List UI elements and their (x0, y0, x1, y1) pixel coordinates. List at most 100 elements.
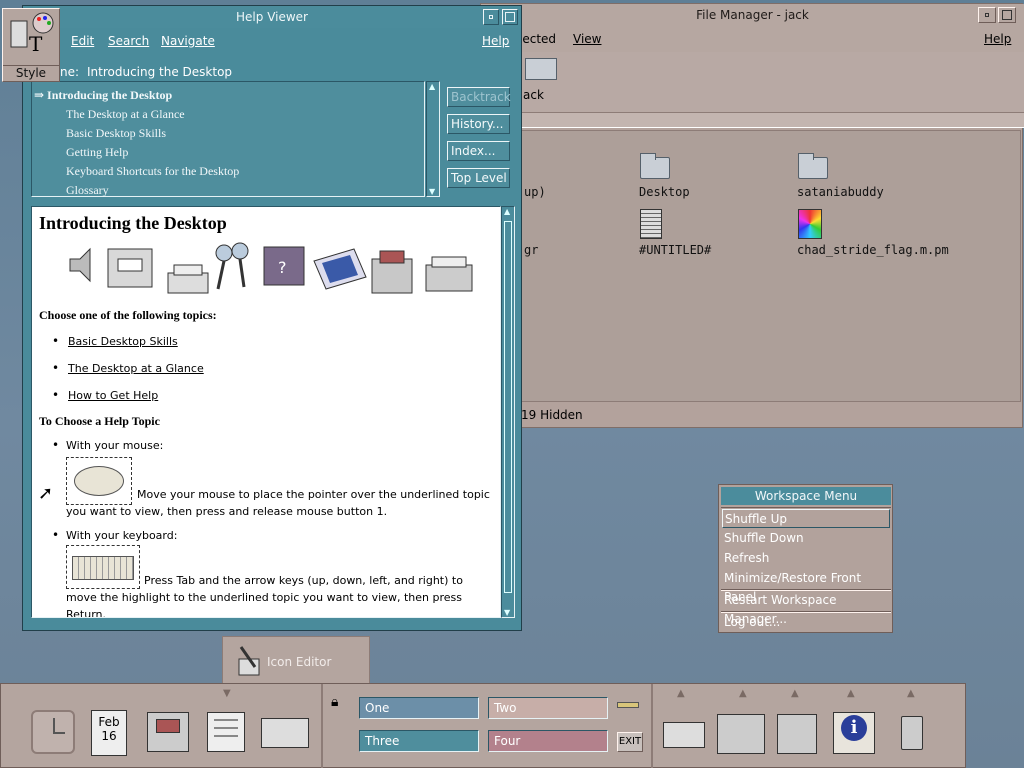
menu-search[interactable]: Search (108, 34, 149, 48)
keyboard-icon (66, 545, 140, 589)
help-books-icon: ? (263, 246, 305, 286)
file-manager-title[interactable]: File Manager - jack (481, 4, 1024, 26)
topic-item[interactable]: Keyboard Shortcuts for the Desktop (66, 164, 239, 179)
exit-button[interactable]: EXIT (617, 732, 643, 752)
workspace-menu: Workspace Menu Shuffle Up Shuffle Down R… (718, 484, 893, 633)
subpanel-arrow-up-icon[interactable]: ▲ (739, 688, 747, 699)
svg-text:T: T (29, 32, 43, 56)
topic-item-current[interactable]: ⇒ Introducing the Desktop (34, 88, 172, 103)
lock-icon[interactable]: 🔒︎ (331, 694, 338, 710)
keyboard-instruction-line-2: move the highlight to the underlined top… (66, 591, 462, 604)
panel-divider (651, 684, 653, 768)
file-item-label[interactable]: gr (524, 243, 538, 257)
minimize-button[interactable] (483, 9, 499, 25)
file-item-label[interactable]: up) (524, 185, 546, 199)
file-item-label[interactable]: Desktop (639, 185, 690, 199)
backtrack-button[interactable]: Backtrack (447, 87, 511, 107)
topic-item[interactable]: Basic Desktop Skills (66, 126, 166, 141)
menu-help[interactable]: Help (984, 32, 1011, 46)
calendar-month: Feb (98, 715, 120, 729)
keys-icon (215, 242, 249, 290)
keyboard-instruction-line-1: Press Tab and the arrow keys (up, down, … (144, 574, 463, 587)
bullet: • (52, 528, 60, 542)
file-item-label[interactable]: sataniabuddy (797, 185, 884, 199)
link-desktop-glance[interactable]: The Desktop at a Glance (68, 362, 204, 375)
style-palette-icon: T (10, 12, 54, 56)
front-panel: ▼ ▲ ▲ ▲ ▲ ▲ Feb 16 🔒︎ One Two Three Four… (0, 683, 966, 768)
maximize-button[interactable] (998, 7, 1016, 23)
printer-icon (167, 264, 209, 294)
help-manager-icon[interactable]: i (833, 712, 875, 754)
svg-text:?: ? (278, 258, 287, 277)
subpanel-arrow-up-icon[interactable]: ▲ (791, 688, 799, 699)
top-level-button[interactable]: Top Level (447, 168, 510, 188)
subpanel-arrow-up-icon[interactable]: ▲ (907, 688, 915, 699)
file-manager-window: File Manager - jack lected View Help ack… (480, 3, 1024, 428)
clock-icon[interactable] (31, 710, 75, 754)
help-viewer-title[interactable]: Help Viewer (23, 6, 521, 28)
mailer-launcher-icon[interactable] (261, 718, 309, 748)
link-basic-skills[interactable]: Basic Desktop Skills (68, 335, 178, 348)
style-manager-launcher-icon[interactable] (717, 714, 765, 754)
image-file-icon[interactable] (798, 209, 822, 239)
minimize-button[interactable] (978, 7, 996, 23)
maximize-button[interactable] (502, 9, 518, 25)
menu-item-refresh[interactable]: Refresh (722, 549, 890, 568)
application-manager-icon[interactable] (777, 714, 817, 754)
bullet: • (52, 438, 60, 452)
content-scrollbar[interactable]: ▲ ▼ (501, 206, 515, 618)
busy-indicator (617, 702, 639, 708)
calendar-icon[interactable]: Feb 16 (91, 710, 127, 756)
index-button[interactable]: Index... (447, 141, 510, 161)
printer-icon[interactable] (663, 722, 705, 748)
bullet: • (52, 388, 60, 402)
icon-editor-minimized[interactable]: Icon Editor (222, 636, 370, 686)
menu-divider (721, 507, 891, 508)
style-manager-icon[interactable]: T Style (2, 8, 60, 82)
home-folder-icon[interactable] (525, 58, 557, 80)
trash-can-icon[interactable] (901, 716, 923, 750)
file-manager-launcher-icon[interactable] (147, 712, 189, 752)
separator (481, 112, 1024, 128)
file-item-label[interactable]: #UNTITLED# (639, 243, 711, 257)
menu-navigate[interactable]: Navigate (161, 34, 215, 48)
history-button[interactable]: History... (447, 114, 510, 134)
menu-view[interactable]: View (573, 32, 601, 46)
menu-selected[interactable]: lected (519, 32, 556, 46)
bullet: • (52, 334, 60, 348)
text-editor-launcher-icon[interactable] (207, 712, 245, 752)
icon-editor-label: Icon Editor (267, 655, 332, 669)
topic-item[interactable]: The Desktop at a Glance (66, 107, 185, 122)
bullet: • (52, 361, 60, 375)
mouse-instruction-line-1: Move your mouse to place the pointer ove… (137, 488, 490, 501)
hidden-count: 19 Hidden (521, 408, 583, 422)
path-label[interactable]: ack (523, 88, 544, 102)
workspace-four-button[interactable]: Four (488, 730, 608, 752)
mailbox-icon (425, 256, 473, 292)
panel-divider (321, 684, 323, 768)
menu-item-restart[interactable]: Restart Workspace Manager... (722, 591, 890, 626)
subpanel-arrow-up-icon[interactable]: ▲ (677, 688, 685, 699)
menu-help[interactable]: Help (482, 34, 509, 48)
file-item-label[interactable]: chad_stride_flag.m.pm (797, 243, 949, 257)
workspace-two-button[interactable]: Two (488, 697, 608, 719)
help-content: Introducing the Desktop ? Choose one of … (31, 206, 501, 618)
menu-item-shuffle-up[interactable]: Shuffle Up (722, 509, 890, 528)
keyboard-instruction-line-3: Return. (66, 608, 106, 618)
document-icon[interactable] (640, 209, 662, 239)
menu-item-shuffle-down[interactable]: Shuffle Down (722, 529, 890, 548)
link-get-help[interactable]: How to Get Help (68, 389, 158, 402)
workspace-one-button[interactable]: One (359, 697, 479, 719)
menu-edit[interactable]: Edit (71, 34, 94, 48)
subpanel-arrow-down-icon[interactable]: ▼ (223, 688, 231, 699)
menu-item-log-out[interactable]: Log out... (722, 613, 890, 632)
workspace-three-button[interactable]: Three (359, 730, 479, 752)
menu-item-minimize-restore[interactable]: Minimize/Restore Front Panel (722, 569, 890, 604)
subpanel-arrow-up-icon[interactable]: ▲ (847, 688, 855, 699)
topic-item[interactable]: Glossary (66, 183, 109, 198)
folder-icon[interactable] (798, 153, 828, 183)
folder-icon[interactable] (640, 153, 670, 183)
monitor-icon (313, 248, 367, 290)
topic-item[interactable]: Getting Help (66, 145, 128, 160)
topic-scrollbar[interactable]: ▲ ▼ (426, 81, 440, 197)
